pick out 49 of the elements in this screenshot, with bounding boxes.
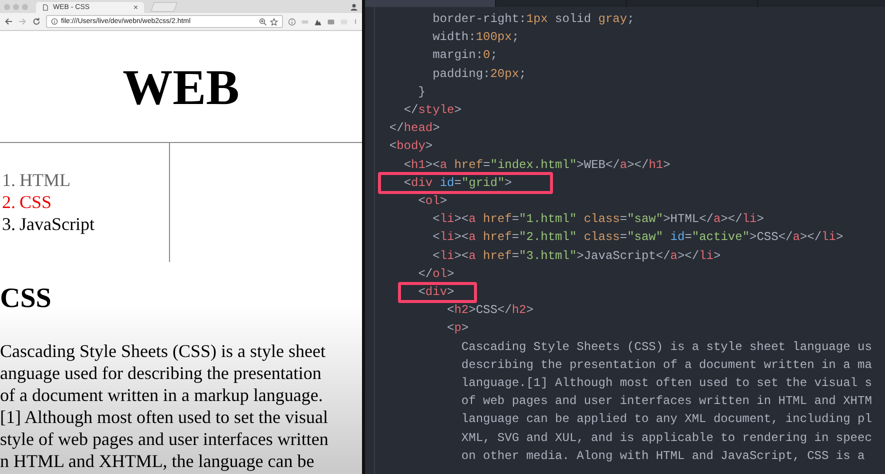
code-line: </ol> [418,266,454,281]
zoom-icon [259,18,267,26]
code-line: <p> [447,321,469,336]
new-tab-button[interactable] [150,2,178,12]
editor-tab[interactable] [365,0,496,7]
code-line: on other media. Along with HTML and JavaScript, CSS is a [461,448,865,463]
code-line: XML, SVG and XUL, and is applicable to rendering in speec [461,430,872,445]
code-line: <ol> [418,194,448,208]
paragraph-line: style of web pages and user interfaces written [0,428,330,450]
list-number: 2. [2,191,16,213]
code-line: Cascading Style Sheets (CSS) is a style sheet language us [461,340,872,354]
code-line: <li><a href="3.html">JavaScript</a></li> [432,248,721,263]
paragraph-line: of a document written in a markup language. [0,384,324,406]
code-line: </style> [404,103,462,118]
star-icon [270,18,278,26]
back-arrow-icon [4,17,13,26]
page-icon [42,4,49,11]
code-line: of web pages and user interfaces written in HTML and XHTM [461,394,872,408]
nav-link[interactable]: HTML [20,169,70,191]
code-line: language can be applied to any XML document, including pl [461,412,872,426]
code-line: margin:0; [432,48,498,62]
code-line: <h2>CSS</h2> [447,303,534,318]
code-line: <div> [418,285,454,300]
forward-arrow-icon [18,17,27,26]
profile-icon [350,2,358,10]
code-line: border-right:1px solid gray; [432,12,634,26]
nav-link[interactable]: CSS [20,191,52,213]
code-line: } [418,84,426,99]
paragraph-line: anguage used for describing the presentation [0,362,322,384]
code-line: padding:20px; [432,66,526,81]
section-heading: CSS [0,282,52,314]
paragraph-line: Cascading Style Sheets (CSS) is a style sheet [0,340,326,362]
code-line: <li><a href="1.html" class="saw">HTML</a></li> [432,212,764,226]
code-line: <li><a href="2.html" class="saw" id="active">CSS</a></li> [432,230,844,244]
code-line: </head> [389,121,440,136]
list-number: 1. [2,169,16,191]
info-icon [51,18,58,25]
code-line: describing the presentation of a document written in a ma [461,358,872,372]
code-line: language.[1] Although most often used to set the visual s [461,376,872,390]
info-icon [288,18,296,26]
code-line: <div id="grid"> [404,176,512,190]
code-line: width:100px; [432,30,520,44]
reload-icon [32,17,41,26]
paragraph-line: [1] Although most often used to set the visual [0,406,329,428]
paragraph-line: n HTML and XHTML, the language can be [0,450,316,472]
code-line: <body> [389,139,433,154]
list-number: 3. [2,213,16,235]
nav-link[interactable]: JavaScript [20,213,94,235]
code-line: <h1><a href="index.html">WEB</a></h1> [404,158,670,172]
